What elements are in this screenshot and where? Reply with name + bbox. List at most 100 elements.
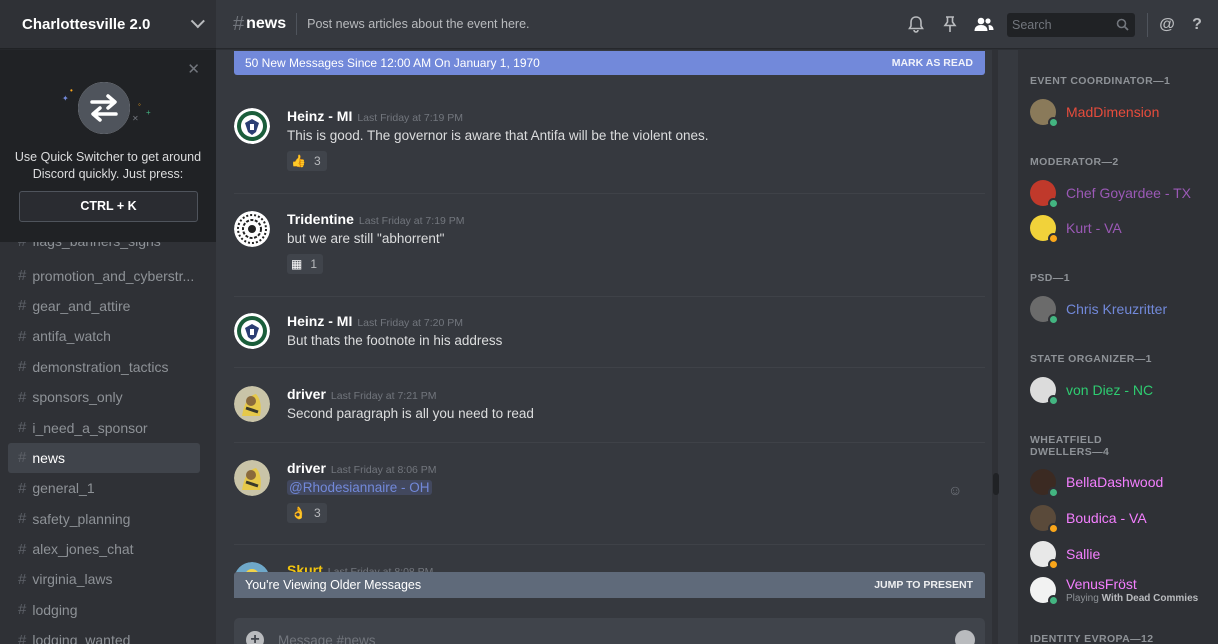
message-text: @Rhodesiannaire - OH	[287, 480, 977, 495]
channel-item[interactable]: # lodging_wanted	[8, 625, 200, 644]
avatar	[1030, 469, 1059, 498]
reaction[interactable]: ▦ 1	[287, 254, 324, 274]
sparkle-icon: •	[70, 86, 73, 95]
hash-icon: #	[18, 267, 27, 285]
channel-item[interactable]: # antifa_watch	[8, 321, 200, 351]
message-body: Heinz - MI Last Friday at 7:20 PM But tha…	[287, 313, 977, 348]
channel-label: safety_planning	[32, 510, 131, 527]
close-icon[interactable]: ✕	[187, 60, 200, 78]
channel-item[interactable]: # i_need_a_sponsor	[8, 412, 200, 442]
message-author[interactable]: driver	[287, 386, 326, 402]
help-icon[interactable]: ?	[1182, 16, 1212, 34]
member-group-title: EVENT COORDINATOR—1	[1030, 75, 1171, 87]
swap-arrows-icon	[78, 82, 130, 134]
members-icon[interactable]	[967, 10, 1001, 40]
avatar[interactable]	[234, 211, 270, 247]
channel-item[interactable]: # alex_jones_chat	[8, 534, 200, 564]
jump-to-present-button[interactable]: JUMP TO PRESENT	[874, 579, 973, 591]
hash-icon: #	[18, 297, 27, 315]
message-author[interactable]: driver	[287, 460, 326, 476]
channel-label: demonstration_tactics	[32, 358, 169, 375]
header-divider	[296, 13, 298, 35]
reaction[interactable]: 👌 3	[287, 503, 327, 523]
mentions-icon[interactable]: @	[1152, 16, 1182, 34]
member-item[interactable]: Chris Kreuzritter	[1030, 295, 1210, 325]
hint-line: Discord quickly. Just press:	[32, 167, 184, 181]
avatar[interactable]	[234, 460, 270, 496]
pin-icon[interactable]	[933, 10, 967, 40]
member-item[interactable]: MadDimension	[1030, 98, 1210, 128]
message-input[interactable]	[278, 632, 955, 644]
server-name: Charlottesville 2.0	[22, 15, 151, 33]
avatar[interactable]	[234, 108, 270, 144]
chevron-down-icon	[190, 14, 205, 29]
channel-label: antifa_watch	[32, 328, 111, 345]
hash-icon: #	[18, 631, 27, 644]
channel-list: #flags_banners_signs #promotion_and_cybe…	[0, 226, 216, 644]
new-messages-text: 50 New Messages Since 12:00 AM On Januar…	[245, 56, 540, 70]
channel-item[interactable]: # lodging	[8, 595, 200, 625]
channel-item[interactable]: # sponsors_only	[8, 382, 200, 412]
member-item[interactable]: VenusFröst Playing With Dead Commies	[1030, 575, 1210, 606]
channel-item-active[interactable]: # news	[8, 442, 200, 474]
member-item[interactable]: Boudica - VA	[1030, 504, 1210, 534]
message-body: driver Last Friday at 8:06 PM @Rhodesiann…	[287, 460, 977, 523]
avatar[interactable]	[234, 313, 270, 349]
message-text: But thats the footnote in his address	[287, 333, 503, 348]
member-item[interactable]: von Diez - NC	[1030, 376, 1210, 406]
channel-item[interactable]: # general_1	[8, 473, 200, 503]
avatar	[1030, 377, 1059, 406]
message-author[interactable]: Tridentine	[287, 211, 354, 227]
reaction[interactable]: 👍 3	[287, 151, 327, 171]
search-input[interactable]: Search	[1007, 12, 1135, 37]
member-name: Kurt - VA	[1066, 220, 1122, 236]
add-reaction-icon[interactable]: ☺	[948, 482, 962, 498]
member-item[interactable]: Chef Goyardee - TX	[1030, 179, 1210, 209]
avatar	[1030, 541, 1059, 570]
hash-icon: #	[18, 449, 27, 467]
hash-icon: #	[18, 510, 27, 528]
search-placeholder: Search	[1012, 17, 1052, 32]
older-messages-bar[interactable]: You're Viewing Older Messages JUMP TO PR…	[234, 572, 985, 598]
member-item[interactable]: Kurt - VA	[1030, 214, 1210, 244]
channel-item[interactable]: # promotion_and_cyberstr...	[8, 260, 200, 290]
message-divider	[234, 544, 985, 545]
member-list: EVENT COORDINATOR—1 MadDimension MODERAT…	[1018, 50, 1218, 644]
channel-item[interactable]: # virginia_laws	[8, 564, 200, 594]
member-name: VenusFröst	[1066, 576, 1137, 592]
header-toolbar: Search @ ?	[899, 0, 1218, 49]
new-messages-bar[interactable]: 50 New Messages Since 12:00 AM On Januar…	[234, 51, 985, 75]
upload-plus-icon[interactable]: +	[246, 631, 264, 644]
sparkle-icon: +	[146, 108, 151, 117]
avatar	[1030, 505, 1059, 534]
server-header[interactable]: Charlottesville 2.0	[0, 0, 216, 49]
member-item[interactable]: BellaDashwood	[1030, 468, 1210, 498]
message-divider	[234, 367, 985, 368]
message-body: driver Last Friday at 7:21 PM Second para…	[287, 386, 977, 421]
member-group-title: WHEATFIELD DWELLERS—4	[1030, 434, 1109, 458]
avatar[interactable]	[234, 386, 270, 422]
message-text: but we are still "abhorrent"	[287, 231, 445, 246]
member-activity: Playing With Dead Commies	[1066, 593, 1198, 604]
scrollbar-thumb[interactable]	[993, 473, 999, 495]
activity-name: With Dead Commies	[1101, 593, 1199, 604]
bell-icon[interactable]	[899, 10, 933, 40]
channel-item[interactable]: # safety_planning	[8, 504, 200, 534]
channel-item[interactable]: # demonstration_tactics	[8, 352, 200, 382]
channel-item[interactable]: # gear_and_attire	[8, 291, 200, 321]
shortcut-key[interactable]: CTRL + K	[19, 191, 198, 222]
message-body: Heinz - MI Last Friday at 7:19 PM This is…	[287, 108, 977, 171]
hash-icon: #	[18, 327, 27, 345]
member-item[interactable]: Sallie	[1030, 540, 1210, 570]
mark-as-read-button[interactable]: MARK AS READ	[892, 57, 973, 69]
message-author[interactable]: Heinz - MI	[287, 108, 352, 124]
message-author[interactable]: Heinz - MI	[287, 313, 352, 329]
member-name: von Diez - NC	[1066, 382, 1154, 398]
emoji-picker-icon[interactable]	[955, 630, 975, 644]
sparkle-icon: ✦	[62, 94, 69, 103]
message-timestamp: Last Friday at 7:19 PM	[358, 215, 465, 227]
user-mention[interactable]: @Rhodesiannaire - OH	[287, 480, 432, 495]
member-group-title: MODERATOR—2	[1030, 156, 1119, 168]
scrollbar-track[interactable]	[992, 50, 998, 644]
hash-icon: #	[18, 479, 27, 497]
